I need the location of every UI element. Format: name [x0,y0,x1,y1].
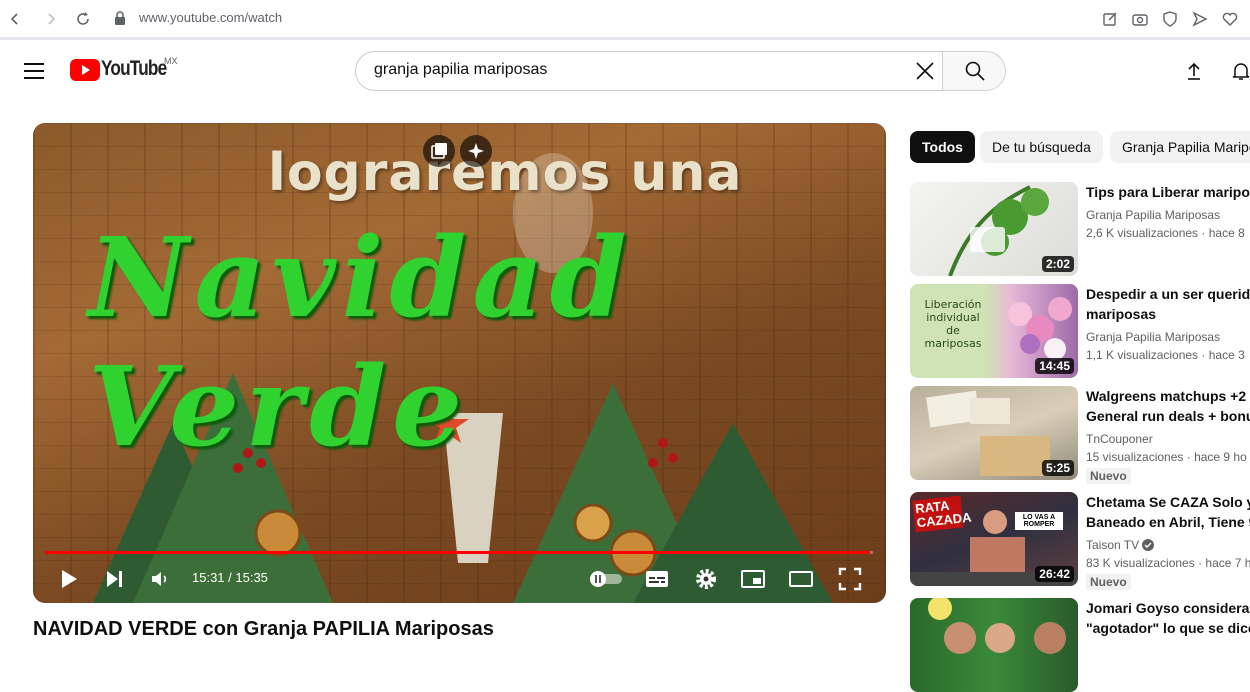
channel-name[interactable]: Granja Papilia Mariposas [1086,208,1220,222]
progress-bar[interactable] [45,551,873,554]
video-meta: 1,1 K visualizaciones · hace 3 [1086,348,1245,362]
channel-name-text: Taison TV [1086,538,1140,552]
view-count: 1,1 K visualizaciones [1086,348,1199,362]
view-count: 2,6 K visualizaciones [1086,226,1199,240]
notifications-icon[interactable] [1232,61,1250,86]
progress-bar-fill [45,551,870,554]
subtitles-icon[interactable] [645,567,669,591]
upload-age: hace 7 h [1205,556,1250,570]
video-thumbnail[interactable]: 5:25 [910,386,1078,480]
lock-icon[interactable] [114,11,126,31]
related-title-line2[interactable]: General run deals + bonus [1086,406,1250,426]
sparkle-icon[interactable] [460,135,492,167]
chip-de-tu-busqueda[interactable]: De tu búsqueda [980,131,1103,163]
play-icon[interactable] [57,567,81,591]
duration-badge: 26:42 [1035,566,1074,582]
upload-age: hace 3 [1208,348,1245,362]
related-title[interactable]: Chetama Se CAZA Solo y F [1086,492,1250,512]
video-meta: 15 visualizaciones · hace 9 ho [1086,450,1247,464]
channel-name[interactable]: Taison TV [1086,538,1155,552]
new-badge: Nuevo [1086,574,1131,590]
send-icon[interactable] [1192,11,1208,27]
upload-icon[interactable] [1185,61,1203,86]
verified-icon [1142,539,1155,551]
menu-icon[interactable] [24,63,44,79]
video-overlay-text-top: lograremos una [268,143,743,203]
search-box[interactable] [355,51,943,91]
view-count: 83 K visualizaciones [1086,556,1195,570]
video-title: NAVIDAD VERDE con Granja PAPILIA Maripos… [33,618,494,640]
back-icon[interactable] [6,9,24,29]
browser-toolbar: www.youtube.com/watch [0,0,1250,40]
volume-icon[interactable] [148,567,172,591]
youtube-logo-text[interactable]: YouTube [101,57,167,81]
related-title[interactable]: Despedir a un ser querido [1086,284,1250,304]
channel-name[interactable]: Granja Papilia Mariposas [1086,330,1220,344]
heart-icon[interactable] [1222,11,1238,27]
video-overlay-text-main: Navidad Verde [88,213,633,471]
video-meta: 83 K visualizaciones · hace 7 h [1086,556,1250,570]
camera-icon[interactable] [1132,11,1148,27]
duration-badge: 14:45 [1035,358,1074,374]
miniplayer-overlay-icon[interactable] [423,135,455,167]
video-thumbnail[interactable] [910,598,1078,692]
time-display: 15:31 / 15:35 [192,570,268,585]
video-thumbnail[interactable]: RATA CAZADA LO VAS A ROMPER 26:42 [910,492,1078,586]
related-title[interactable]: Jomari Goyso considera [1086,598,1250,618]
youtube-logo-icon[interactable] [70,59,100,81]
upload-age: hace 8 [1208,226,1245,240]
edit-icon[interactable] [1102,11,1118,27]
related-video-3[interactable]: 5:25 Walgreens matchups +2 D General run… [910,386,1250,484]
related-title-line2[interactable]: "agotador" lo que se dice d [1086,618,1250,638]
related-title[interactable]: Walgreens matchups +2 D [1086,386,1250,406]
shield-icon[interactable] [1162,11,1178,27]
video-meta: 2,6 K visualizaciones · hace 8 [1086,226,1245,240]
miniplayer-icon[interactable] [741,567,765,591]
search-icon [965,61,985,81]
duration-badge: 5:25 [1041,460,1074,476]
forward-icon[interactable] [42,9,60,29]
reload-icon[interactable] [74,9,92,29]
view-count: 15 visualizaciones [1086,450,1184,464]
new-badge: Nuevo [1086,468,1131,484]
related-video-4[interactable]: RATA CAZADA LO VAS A ROMPER 26:42 Chetam… [910,492,1250,590]
fullscreen-icon[interactable] [838,567,862,591]
theater-mode-icon[interactable] [789,567,813,591]
related-title-line2[interactable]: mariposas [1086,304,1250,324]
autoplay-toggle[interactable] [588,567,624,591]
video-thumbnail[interactable]: Liberación individual de mariposas 14:45 [910,284,1078,378]
duration-badge: 2:02 [1041,256,1074,272]
masthead: YouTube MX [0,43,1250,99]
settings-gear-icon[interactable] [694,567,718,591]
video-thumbnail[interactable]: 2:02 [910,182,1078,276]
related-title-line2[interactable]: Baneado en Abril, Tiene 9. [1086,512,1250,532]
country-code: MX [164,56,178,66]
address-bar[interactable]: www.youtube.com/watch [139,10,282,25]
video-player[interactable]: lograremos una Navidad Verde 15:31 / 15:… [33,123,886,603]
search-button[interactable] [942,51,1006,91]
next-icon[interactable] [103,567,127,591]
chip-todos[interactable]: Todos [910,131,975,163]
channel-name[interactable]: TnCouponer [1086,432,1153,446]
clear-search-icon[interactable] [914,60,936,82]
related-video-2[interactable]: Liberación individual de mariposas 14:45… [910,284,1250,378]
related-title[interactable]: Tips para Liberar mariposa [1086,182,1250,202]
chip-granja-papilia[interactable]: Granja Papilia Maripo [1110,131,1250,163]
upload-age: hace 9 ho [1194,450,1247,464]
related-video-1[interactable]: 2:02 Tips para Liberar mariposa Granja P… [910,182,1250,276]
related-video-5[interactable]: Jomari Goyso considera "agotador" lo que… [910,598,1250,692]
search-input[interactable] [372,60,896,80]
